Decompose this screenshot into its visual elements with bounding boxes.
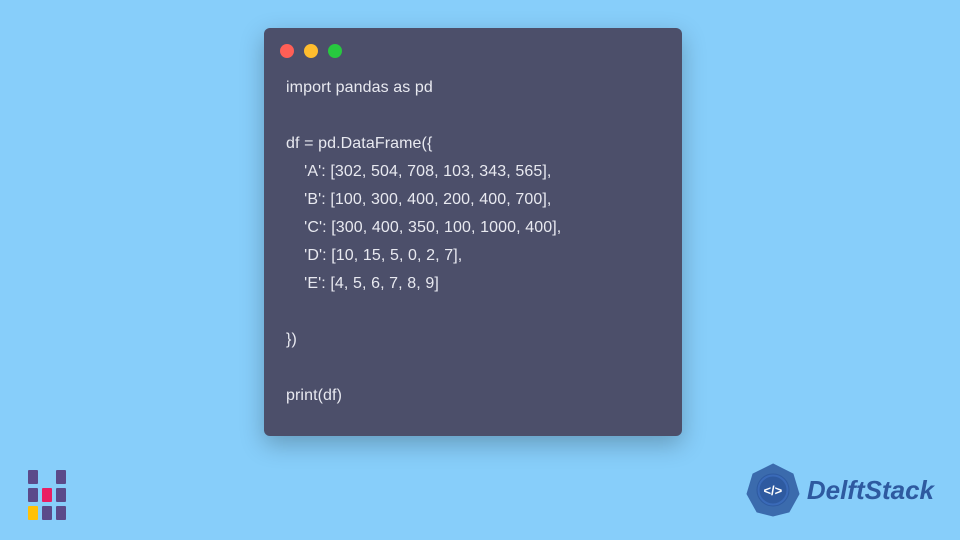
pandas-logo-icon bbox=[28, 470, 76, 520]
maximize-dot-icon bbox=[328, 44, 342, 58]
code-content: import pandas as pd df = pd.DataFrame({ … bbox=[264, 64, 682, 418]
window-titlebar bbox=[264, 28, 682, 64]
delftstack-logo: </> DelftStack bbox=[745, 462, 934, 518]
delftstack-badge-icon: </> bbox=[745, 462, 801, 518]
close-dot-icon bbox=[280, 44, 294, 58]
minimize-dot-icon bbox=[304, 44, 318, 58]
code-icon: </> bbox=[745, 462, 801, 518]
brand-name: DelftStack bbox=[807, 475, 934, 506]
code-window: import pandas as pd df = pd.DataFrame({ … bbox=[264, 28, 682, 436]
